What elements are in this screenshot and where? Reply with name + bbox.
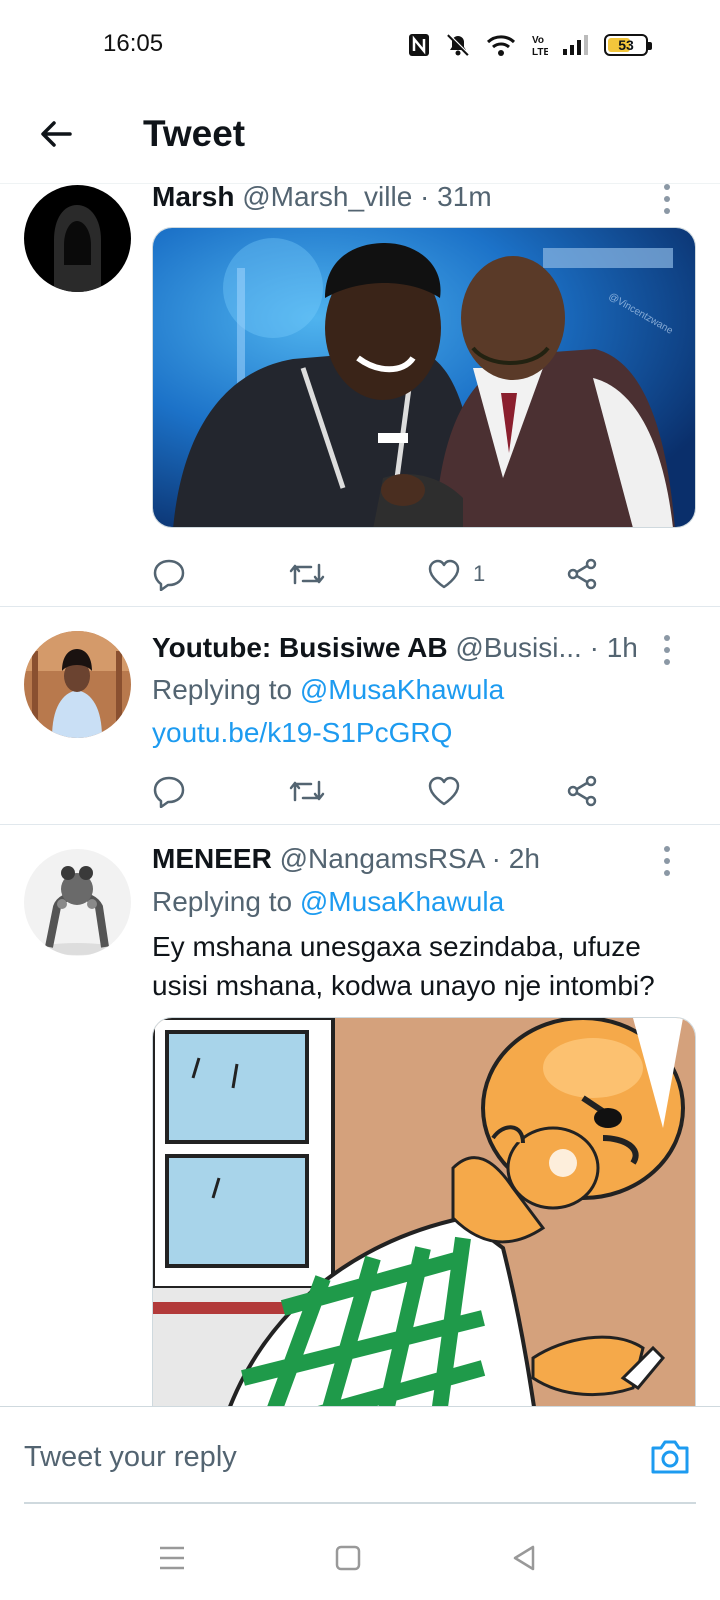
handle[interactable]: @Busisi... [455, 632, 581, 663]
reply-underline [24, 1502, 696, 1504]
separator: · [581, 632, 607, 663]
signal-icon [562, 34, 590, 56]
svg-text:Vo: Vo [532, 35, 544, 46]
back-button[interactable] [30, 108, 82, 160]
reply-button[interactable] [152, 771, 186, 811]
reply-input[interactable] [24, 1431, 624, 1483]
wifi-icon [486, 33, 516, 57]
share-icon [567, 775, 597, 807]
like-button[interactable] [427, 771, 461, 811]
page-title: Tweet [143, 113, 246, 154]
camera-button[interactable] [648, 1435, 692, 1479]
comment-icon [153, 776, 185, 808]
display-name[interactable]: MENEER [152, 843, 272, 874]
separator: · [412, 184, 438, 212]
share-icon [567, 558, 597, 590]
arrow-left-icon [41, 121, 72, 147]
display-name[interactable]: Marsh [152, 184, 234, 212]
status-icons: Vo LTE 53 [408, 30, 652, 60]
retweet-icon [289, 563, 325, 585]
replying-prefix: Replying to [152, 674, 300, 705]
tweet-busisiwe[interactable]: Youtube: Busisiwe AB @Busisi... · 1h Rep… [0, 607, 720, 825]
battery-icon: 53 [604, 34, 652, 56]
tweet-image[interactable] [152, 1017, 696, 1406]
timestamp[interactable]: 1h [607, 632, 638, 663]
back-triangle-icon [513, 1545, 535, 1571]
home-square-icon [335, 1545, 361, 1571]
more-options-button[interactable] [660, 846, 674, 876]
app-header: Tweet [0, 92, 720, 184]
reply-composer [0, 1406, 720, 1516]
mention-link[interactable]: @MusaKhawula [300, 886, 504, 917]
avatar[interactable] [24, 185, 131, 292]
tweet-header: Marsh @Marsh_ville · 31m [152, 184, 650, 214]
status-time: 16:05 [103, 30, 164, 57]
menu-nav-button[interactable] [150, 1536, 194, 1580]
menu-icon [160, 1546, 184, 1570]
share-button[interactable] [565, 771, 599, 811]
tweet-actions: 1 [152, 554, 622, 594]
replying-to: Replying to @MusaKhawula [152, 885, 504, 919]
camera-icon [651, 1440, 689, 1474]
heart-icon [428, 559, 460, 589]
tweet-marsh[interactable]: Marsh @Marsh_ville · 31m @Vincentzwane 1 [0, 184, 720, 607]
separator: · [483, 843, 509, 874]
retweet-button[interactable] [287, 554, 327, 594]
system-nav-bar [0, 1516, 720, 1600]
retweet-icon [289, 780, 325, 802]
replying-prefix: Replying to [152, 886, 300, 917]
mute-icon [444, 32, 472, 58]
more-options-button[interactable] [660, 184, 674, 214]
tweet-link[interactable]: youtu.be/k19-S1PcGRQ [152, 716, 452, 750]
svg-text:LTE: LTE [532, 47, 548, 57]
timestamp[interactable]: 31m [437, 184, 491, 212]
back-nav-button[interactable] [502, 1536, 546, 1580]
share-button[interactable] [565, 554, 599, 594]
heart-icon [428, 776, 460, 806]
avatar[interactable] [24, 849, 131, 956]
handle[interactable]: @Marsh_ville [242, 184, 412, 212]
tweet-meneer[interactable]: MENEER @NangamsRSA · 2h Replying to @Mus… [0, 825, 720, 1406]
like-button[interactable]: 1 [427, 554, 485, 594]
home-nav-button[interactable] [326, 1536, 370, 1580]
nfc-icon [408, 33, 430, 57]
timestamp[interactable]: 2h [509, 843, 540, 874]
mention-link[interactable]: @MusaKhawula [300, 674, 504, 705]
reply-button[interactable] [152, 554, 186, 594]
tweet-text: Ey mshana unesgaxa sezindaba, ufuze usis… [152, 931, 655, 1001]
more-options-button[interactable] [660, 635, 674, 665]
battery-level: 53 [618, 37, 634, 53]
handle[interactable]: @NangamsRSA [280, 843, 484, 874]
tweet-header: Youtube: Busisiwe AB @Busisi... · 1h [152, 631, 650, 665]
retweet-button[interactable] [287, 771, 327, 811]
volte-icon: Vo LTE [530, 33, 548, 57]
tweet-image[interactable]: @Vincentzwane [152, 227, 696, 528]
tweet-header: MENEER @NangamsRSA · 2h [152, 842, 650, 876]
like-count: 1 [473, 561, 486, 586]
comment-icon [153, 559, 185, 591]
status-bar: 16:05 Vo LTE 53 [0, 0, 720, 92]
display-name[interactable]: Youtube: Busisiwe AB [152, 632, 448, 663]
replying-to: Replying to @MusaKhawula [152, 673, 504, 707]
tweet-thread[interactable]: Marsh @Marsh_ville · 31m @Vincentzwane 1… [0, 184, 720, 1406]
tweet-actions [152, 771, 622, 811]
avatar[interactable] [24, 631, 131, 738]
